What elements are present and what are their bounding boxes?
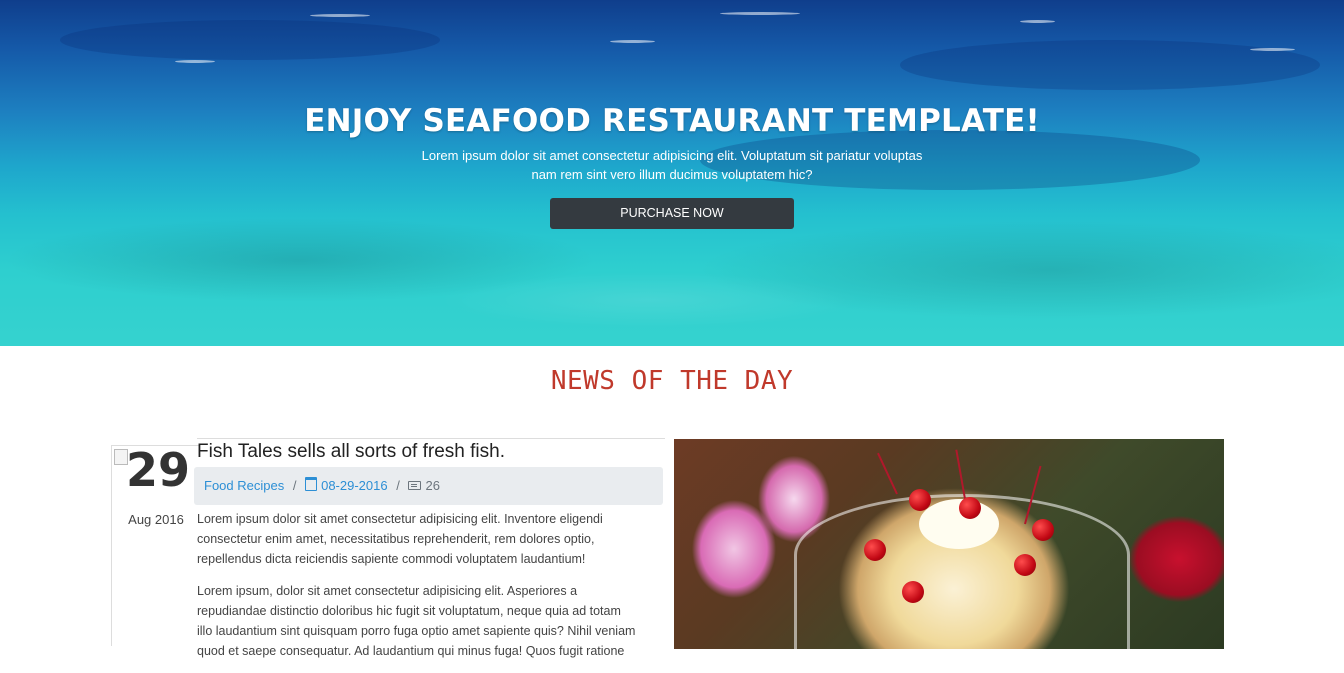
news-article: 29 Aug 2016 Fish Tales sells all sorts o…: [104, 438, 674, 658]
news-section-heading: NEWS OF THE DAY: [550, 366, 794, 396]
cherry: [909, 489, 931, 511]
article-meta-bar: Food Recipes / 08-29-2016 / 26: [194, 467, 663, 505]
wave-highlight: [720, 12, 800, 15]
article-paragraph: Lorem ipsum dolor sit amet consectetur a…: [197, 512, 603, 566]
hero-content: ENJOY SEAFOOD RESTAURANT TEMPLATE! Lorem…: [0, 100, 1344, 229]
article-body: Lorem ipsum dolor sit amet consectetur a…: [197, 509, 637, 673]
cherry: [864, 539, 886, 561]
article-date: 08-29-2016: [321, 478, 388, 493]
hero-subtitle: Lorem ipsum dolor sit amet consectetur a…: [421, 148, 923, 182]
article-date-link[interactable]: 08-29-2016: [305, 477, 388, 493]
wave-highlight: [1250, 48, 1295, 51]
wave-highlight: [610, 40, 655, 43]
article-image: [674, 439, 1224, 649]
cherry: [1032, 519, 1054, 541]
cherry-stem: [877, 452, 898, 495]
article-day: 29: [125, 443, 190, 497]
article-title[interactable]: Fish Tales sells all sorts of fresh fish…: [197, 439, 505, 465]
purchase-now-button[interactable]: PURCHASE NOW: [550, 198, 794, 229]
cherry: [902, 581, 924, 603]
newspaper-icon: [408, 481, 422, 490]
article-month-year: Aug 2016: [128, 512, 184, 527]
article-comment-count: 26: [425, 478, 440, 493]
cherry-stem: [955, 449, 966, 500]
hero-banner: ENJOY SEAFOOD RESTAURANT TEMPLATE! Lorem…: [0, 0, 1344, 346]
water-shade: [60, 20, 440, 60]
wave-highlight: [310, 14, 370, 17]
article-paragraph: Lorem ipsum, dolor sit amet consectetur …: [197, 584, 636, 658]
article-content: Fish Tales sells all sorts of fresh fish…: [194, 438, 665, 658]
cherry: [959, 497, 981, 519]
meta-separator: /: [292, 478, 297, 493]
article-comments: 26: [408, 478, 440, 493]
article-date-block: 29 Aug 2016: [111, 443, 200, 646]
meta-separator: /: [396, 478, 400, 493]
wave-highlight: [1020, 20, 1055, 23]
article-category-link[interactable]: Food Recipes: [204, 478, 284, 493]
cherry: [1014, 554, 1036, 576]
hero-title: ENJOY SEAFOOD RESTAURANT TEMPLATE!: [304, 103, 1040, 139]
calendar-icon: [305, 477, 318, 491]
wave-highlight: [175, 60, 215, 63]
